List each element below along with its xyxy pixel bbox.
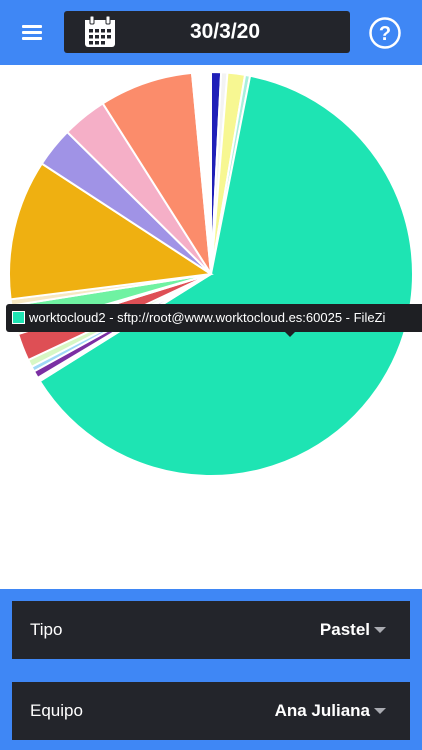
tipo-value: Pastel [319, 620, 370, 639]
tipo-label: Tipo [30, 620, 63, 639]
tooltip-text: worktocloud2 - sftp://root@www.worktoclo… [29, 310, 386, 325]
chevron-down-icon [374, 708, 386, 714]
equipo-label: Equipo [30, 701, 83, 720]
hamburger-menu-icon-bar [22, 37, 42, 40]
equipo-value: Ana Juliana [274, 701, 370, 720]
menu-button[interactable] [18, 20, 48, 46]
equipo-select[interactable]: Equipo Ana Juliana [12, 682, 410, 740]
svg-text:?: ? [379, 23, 391, 45]
date-picker-button[interactable]: 30/3/20 [64, 11, 350, 53]
filter-panel: Tipo Pastel Equipo Ana Juliana [0, 589, 422, 750]
hamburger-menu-icon-bar [22, 31, 42, 34]
hamburger-menu-icon [22, 25, 42, 28]
chart-tooltip: worktocloud2 - sftp://root@www.worktoclo… [6, 304, 422, 332]
selected-date: 30/3/20 [189, 20, 261, 43]
tipo-select[interactable]: Tipo Pastel [12, 601, 410, 659]
chevron-down-icon [374, 627, 386, 633]
top-bar: 30/3/20 ? [0, 0, 422, 65]
help-circle-icon[interactable]: ? [368, 16, 402, 50]
tooltip-caret [284, 331, 296, 337]
tooltip-color-swatch [12, 311, 25, 324]
